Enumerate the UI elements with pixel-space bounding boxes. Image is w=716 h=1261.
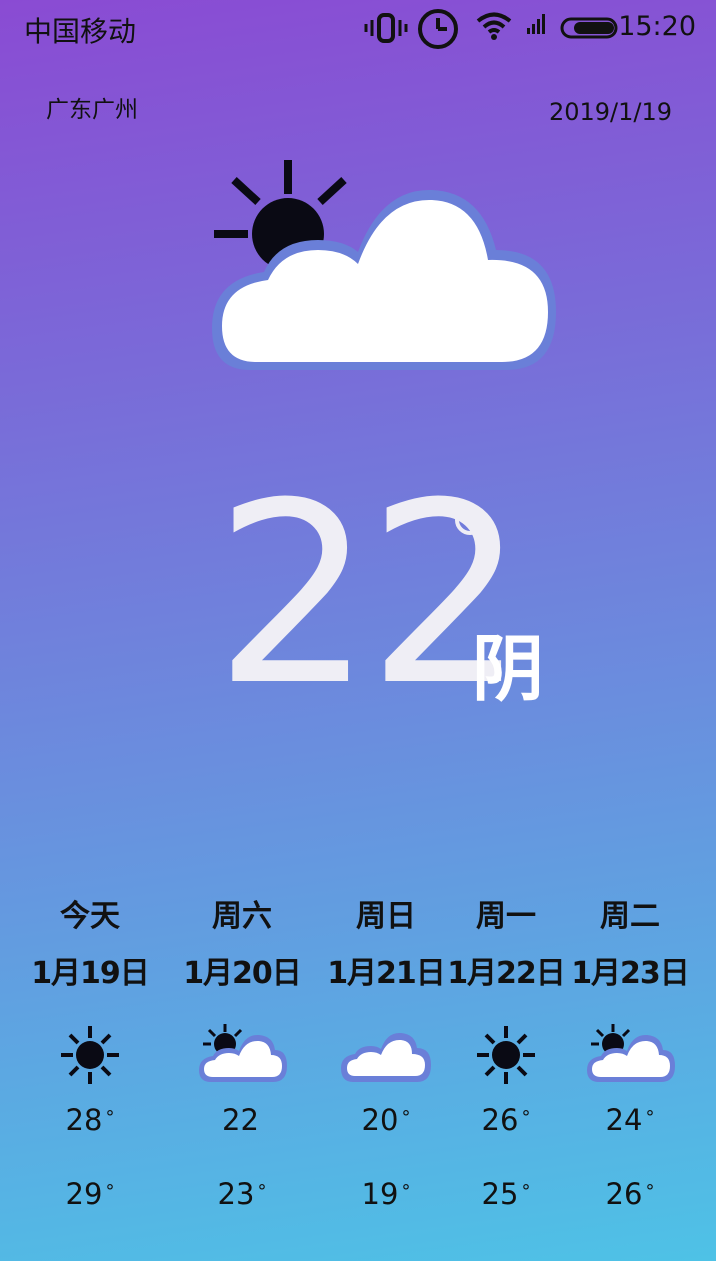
- low-value: 29: [65, 1177, 103, 1211]
- degree-symbol: °: [645, 1107, 655, 1128]
- status-bar: 中国移动 15:20: [0, 0, 716, 56]
- forecast-date-label: 1月22日: [447, 956, 566, 991]
- degree-symbol: °: [105, 1181, 115, 1202]
- signal-icon: [527, 14, 545, 34]
- high-value: 22: [222, 1103, 259, 1137]
- low-value: 26: [605, 1177, 643, 1211]
- sun-behind-cloud-icon: [587, 1024, 675, 1082]
- degree-symbol: °: [645, 1181, 655, 1202]
- forecast-high-temp: 28 °: [20, 1100, 160, 1140]
- forecast-day-label: 周六: [212, 899, 272, 934]
- forecast-high-temp: 26 °: [436, 1100, 576, 1140]
- forecast-date-label: 1月20日: [183, 956, 302, 991]
- low-value: 19: [361, 1177, 399, 1211]
- forecast-day-label: 周日: [356, 899, 416, 934]
- forecast-day-2[interactable]: 周日 1月21日 20 ° 19 °: [316, 892, 456, 1214]
- forecast-low-temp: 19 °: [316, 1174, 456, 1214]
- forecast-day-1[interactable]: 周六 1月20日 22 23 °: [172, 892, 312, 1214]
- cloud-icon: [341, 1032, 431, 1082]
- forecast-low-temp: 29 °: [20, 1174, 160, 1214]
- sun-icon: [477, 1026, 535, 1084]
- clock-icon: [418, 9, 458, 49]
- current-condition: 阴: [472, 627, 545, 711]
- date-label: 2019/1/19: [548, 98, 672, 126]
- degree-symbol: °: [105, 1107, 115, 1128]
- vibrate-icon: [364, 13, 408, 43]
- forecast-low-temp: 26 °: [560, 1174, 700, 1214]
- forecast-day-label: 今天: [60, 899, 120, 934]
- carrier-name: 中国移动: [24, 15, 137, 48]
- forecast-date-label: 1月19日: [31, 956, 150, 991]
- forecast-high-temp: 22: [172, 1100, 312, 1140]
- high-value: 24: [605, 1103, 643, 1137]
- sun-behind-cloud-icon: [212, 160, 556, 370]
- sun-behind-cloud-icon: [199, 1024, 287, 1082]
- location-label[interactable]: 广东广州: [46, 90, 138, 124]
- sun-icon: [61, 1026, 119, 1084]
- degree-symbol: °: [521, 1107, 531, 1128]
- forecast-low-temp: 23 °: [172, 1174, 312, 1214]
- forecast-day-label: 周二: [600, 899, 660, 934]
- high-value: 20: [361, 1103, 399, 1137]
- forecast-day-label: 周一: [476, 899, 536, 934]
- forecast-day-0[interactable]: 今天 1月19日 28 ° 29 °: [20, 892, 160, 1214]
- high-value: 26: [481, 1103, 519, 1137]
- forecast-date-label: 1月21日: [327, 956, 446, 991]
- degree-symbol: °: [401, 1107, 411, 1128]
- degree-symbol: °: [401, 1181, 411, 1202]
- degree-symbol: °: [257, 1181, 267, 1202]
- wifi-icon: [476, 12, 512, 40]
- forecast-day-3[interactable]: 周一 1月22日 26 ° 25 °: [436, 892, 576, 1214]
- forecast-date-label: 1月23日: [571, 956, 690, 991]
- clock-time: 15:20: [618, 11, 696, 42]
- high-value: 28: [65, 1103, 103, 1137]
- low-value: 23: [217, 1177, 255, 1211]
- battery-icon: [560, 17, 618, 39]
- degree-symbol: °: [521, 1181, 531, 1202]
- low-value: 25: [481, 1177, 519, 1211]
- degree-icon: [455, 505, 485, 535]
- forecast-low-temp: 25 °: [436, 1174, 576, 1214]
- forecast-day-4[interactable]: 周二 1月23日 24 ° 26 °: [560, 892, 700, 1214]
- forecast-high-temp: 20 °: [316, 1100, 456, 1140]
- forecast-high-temp: 24 °: [560, 1100, 700, 1140]
